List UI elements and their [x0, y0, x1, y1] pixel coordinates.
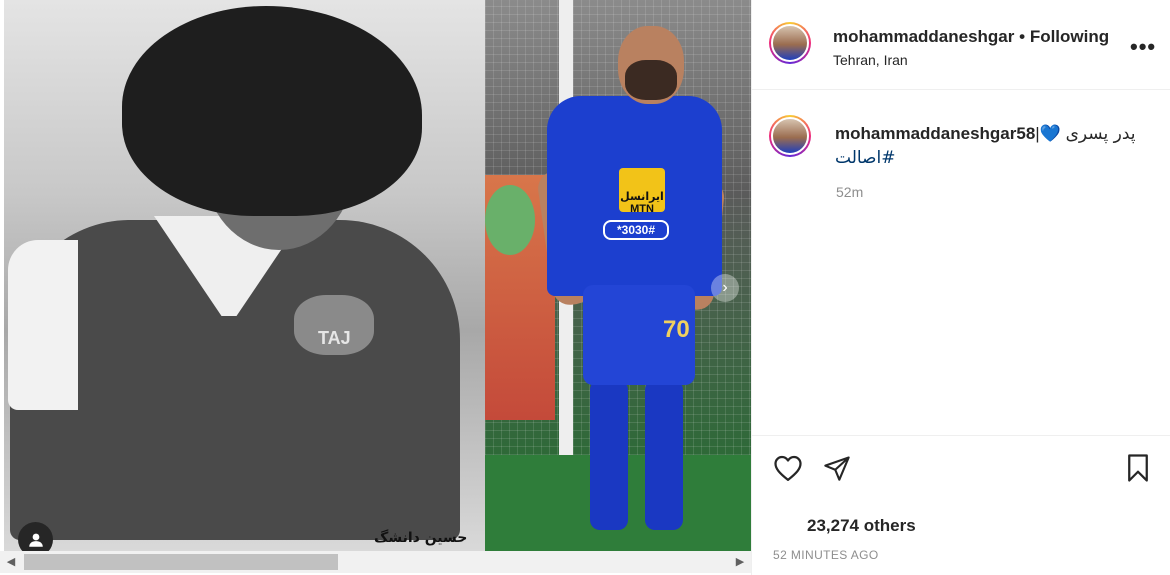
left-photo-badge-text: TAJ	[318, 328, 351, 348]
heart-icon	[774, 455, 802, 481]
post-header: mohammaddaneshgar • Following Tehran, Ir…	[752, 0, 1170, 90]
scroll-right-arrow[interactable]: ▶	[733, 555, 747, 569]
left-photo: TAJ حسین دانشگ	[4, 0, 485, 551]
post-location[interactable]: Tehran, Iran	[833, 52, 908, 68]
avatar[interactable]	[769, 22, 811, 64]
left-photo-caption: حسین دانشگ	[374, 530, 468, 546]
caption-hashtag[interactable]: #اصالت	[835, 148, 895, 168]
post-sidebar: mohammaddaneshgar • Following Tehran, Ir…	[751, 0, 1170, 575]
caption-avatar[interactable]	[769, 115, 811, 157]
horizontal-scrollbar[interactable]: ◀ ▶	[0, 551, 751, 573]
like-button[interactable]	[772, 452, 804, 484]
jersey-sponsor: ایرانسل MTN	[619, 168, 665, 215]
posted-time: 52 MINUTES AGO	[773, 548, 879, 562]
jersey-promo: *3030#	[603, 220, 669, 240]
save-button[interactable]	[1122, 452, 1154, 484]
scroll-left-arrow[interactable]: ◀	[4, 555, 18, 569]
post-media[interactable]: TAJ حسین دانشگ ایرانسل MTN *3030# 70 ›	[0, 0, 751, 551]
author-username[interactable]: mohammaddaneshgar	[833, 27, 1014, 46]
caption-username[interactable]: mohammaddaneshgar58	[835, 124, 1035, 143]
user-tags-button[interactable]	[18, 522, 53, 551]
caption-timestamp: 52m	[836, 184, 864, 200]
instagram-post-page: TAJ حسین دانشگ ایرانسل MTN *3030# 70 › ◀…	[0, 0, 1170, 575]
right-photo: ایرانسل MTN *3030# 70 ›	[485, 0, 751, 551]
more-horizontal-icon[interactable]: •••	[1130, 34, 1156, 60]
post-caption: mohammaddaneshgar58|💙 پدر پسری #اصالت 52…	[752, 90, 1170, 436]
following-button[interactable]: Following	[1030, 27, 1109, 46]
chevron-right-icon[interactable]: ›	[711, 274, 739, 302]
blue-heart-emoji: 💙	[1039, 124, 1061, 143]
share-button[interactable]	[821, 452, 853, 484]
send-icon	[824, 456, 850, 481]
scrollbar-thumb[interactable]	[24, 554, 338, 570]
shorts-number: 70	[663, 316, 690, 343]
separator-dot: •	[1019, 27, 1026, 46]
caption-text: پدر پسری	[1065, 124, 1136, 144]
likes-count[interactable]: 23,274 others	[807, 516, 916, 536]
post-actions	[752, 436, 1170, 496]
user-icon	[28, 533, 43, 547]
bookmark-icon	[1128, 454, 1148, 482]
